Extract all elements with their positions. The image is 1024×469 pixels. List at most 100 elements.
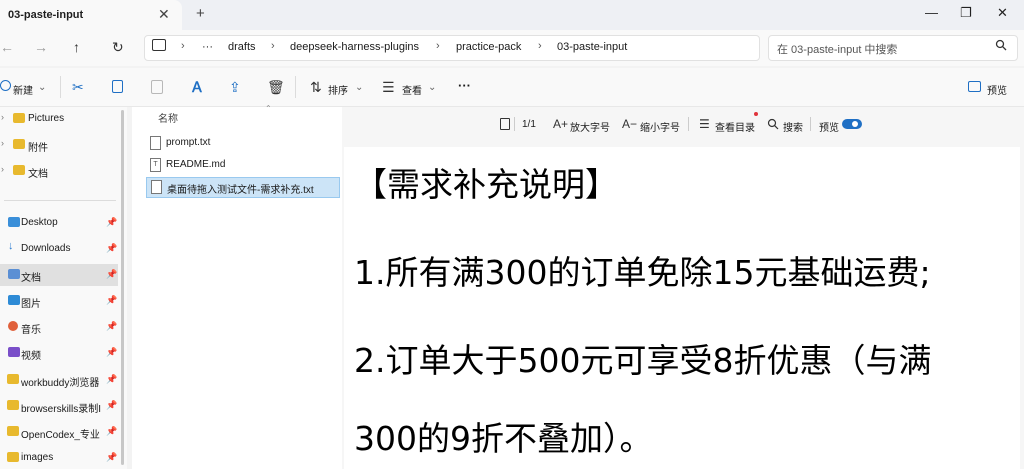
new-icon[interactable] — [0, 80, 11, 91]
pin-icon[interactable]: 📌 — [106, 217, 117, 228]
pin-icon[interactable]: 📌 — [106, 452, 117, 463]
maximize-button[interactable]: ❐ — [960, 5, 972, 21]
sidebar-item-browserskills[interactable]: browserskills录制I 📌 — [0, 395, 118, 417]
tab-close-icon[interactable]: ✕ — [158, 6, 170, 23]
sidebar-item-label: Desktop — [21, 217, 58, 228]
pin-icon[interactable]: 📌 — [106, 321, 117, 332]
sidebar-item-downloads[interactable]: ↓ Downloads 📌 — [0, 238, 118, 260]
zoom-out-button[interactable]: 缩小字号 — [640, 119, 680, 134]
close-button[interactable]: ✕ — [997, 5, 1008, 21]
doc-line-2: 2.订单大于500元可享受8折优惠（与满 — [354, 341, 932, 380]
breadcrumb-more[interactable]: ··· — [202, 41, 213, 53]
new-chevron-icon[interactable]: ⌄ — [38, 82, 46, 93]
chevron-right-icon[interactable]: › — [1, 164, 4, 174]
folder-icon — [7, 374, 19, 384]
chevron-right-icon[interactable]: › — [1, 138, 4, 148]
search-input[interactable]: 在 03-paste-input 中搜索 — [777, 41, 897, 57]
sidebar-item-workbuddy[interactable]: workbuddy浏览器 📌 — [0, 369, 118, 391]
sidebar-item-label: browserskills录制I — [21, 404, 102, 415]
file-name: prompt.txt — [166, 137, 211, 148]
markdown-file-icon: T — [150, 158, 161, 172]
chevron-right-icon[interactable]: › — [1, 112, 4, 122]
file-name: 桌面待拖入测试文件-需求补充.txt — [167, 185, 314, 196]
sidebar-item-docs-folder[interactable]: › 文档 — [0, 160, 118, 182]
file-row-requirements[interactable]: 桌面待拖入测试文件-需求补充.txt — [146, 177, 340, 198]
delete-icon[interactable]: 🗑 — [267, 79, 285, 96]
file-row-readme[interactable]: T README.md — [146, 155, 338, 174]
sidebar-item-pictures[interactable]: › Pictures — [0, 108, 118, 130]
search-icon[interactable] — [995, 39, 1007, 51]
view-button[interactable]: 查看 — [402, 82, 422, 97]
preview-pane-button[interactable]: 预览 — [987, 82, 1007, 97]
toolbar-divider — [514, 117, 515, 131]
tab-title: 03-paste-input — [8, 9, 84, 21]
sidebar-item-label: 音乐 — [21, 325, 41, 336]
pin-icon[interactable]: 📌 — [106, 347, 117, 358]
folder-icon — [7, 452, 19, 462]
up-icon[interactable]: ↑ — [73, 39, 80, 55]
sidebar-item-label: Downloads — [21, 243, 71, 254]
breadcrumb-practice-pack[interactable]: practice-pack — [456, 41, 521, 53]
sidebar-item-pictures-lib[interactable]: 图片 📌 — [0, 290, 118, 312]
toolbar-divider — [60, 76, 61, 98]
pictures-icon — [8, 295, 20, 305]
sidebar-item-label: OpenCodex_专业 — [21, 430, 100, 441]
sidebar-item-label: 图片 — [21, 299, 41, 310]
sort-button[interactable]: 排序 — [328, 82, 348, 97]
back-icon[interactable]: ← — [0, 39, 14, 55]
sidebar-item-opencodex[interactable]: OpenCodex_专业 📌 — [0, 421, 118, 443]
breadcrumb-deepseek-harness-plugins[interactable]: deepseek-harness-plugins — [290, 41, 419, 53]
forward-icon[interactable]: → — [34, 39, 48, 55]
zoom-in-icon[interactable]: A+ — [553, 117, 568, 131]
refresh-icon[interactable]: ↻ — [112, 39, 124, 56]
pin-icon[interactable]: 📌 — [106, 374, 117, 385]
more-options-icon[interactable]: ··· — [458, 78, 471, 93]
sidebar-item-label: 附件 — [28, 143, 48, 154]
sidebar-item-label: 文档 — [28, 169, 48, 180]
paste-icon — [151, 80, 163, 94]
file-row-prompt[interactable]: prompt.txt — [146, 133, 338, 152]
file-name: README.md — [166, 159, 226, 170]
zoom-in-button[interactable]: 放大字号 — [570, 119, 610, 134]
sidebar-item-videos[interactable]: 视频 📌 — [0, 342, 118, 364]
pin-icon[interactable]: 📌 — [106, 269, 117, 280]
breadcrumb-drafts[interactable]: drafts — [228, 41, 256, 53]
sort-icon[interactable]: ⇅ — [310, 79, 322, 96]
pin-icon[interactable]: 📌 — [106, 295, 117, 306]
sidebar-scrollbar[interactable] — [121, 110, 124, 465]
new-tab-button[interactable]: + — [196, 5, 205, 22]
toc-icon[interactable]: ☰ — [699, 117, 710, 131]
sidebar-item-desktop[interactable]: Desktop 📌 — [0, 212, 118, 234]
sidebar-item-documents[interactable]: 文档 📌 — [0, 264, 118, 286]
minimize-button[interactable]: — — [925, 5, 938, 20]
pin-icon[interactable]: 📌 — [106, 243, 117, 254]
breadcrumb-03-paste-input[interactable]: 03-paste-input — [557, 41, 627, 53]
page-counter: 1/1 — [522, 119, 536, 130]
toggle-knob — [852, 121, 858, 127]
preview-pane-icon[interactable] — [968, 81, 981, 92]
cut-icon[interactable]: ✂ — [72, 79, 84, 96]
breadcrumb-separator: › — [436, 40, 440, 52]
pin-icon[interactable]: 📌 — [106, 426, 117, 437]
copy-icon[interactable] — [112, 80, 123, 93]
folder-icon — [7, 426, 19, 436]
sidebar-item-attachments[interactable]: › 附件 — [0, 134, 118, 156]
sort-chevron-icon[interactable]: ⌄ — [355, 82, 363, 93]
new-button[interactable]: 新建 — [13, 82, 33, 97]
rename-icon[interactable]: Ａ — [190, 77, 204, 97]
zoom-out-icon[interactable]: A− — [622, 117, 637, 131]
pin-icon[interactable]: 📌 — [106, 400, 117, 411]
sidebar-item-images[interactable]: images 📌 — [0, 447, 118, 469]
notification-dot — [754, 112, 758, 116]
toc-button[interactable]: 查看目录 — [715, 119, 755, 134]
share-icon[interactable]: ⇪ — [229, 79, 241, 96]
toolbar-divider — [810, 117, 811, 131]
view-icon[interactable]: ☰ — [382, 79, 395, 96]
preview-search-button[interactable]: 搜索 — [783, 119, 803, 134]
search-icon[interactable] — [767, 118, 779, 130]
column-header-name[interactable]: 名称 — [158, 110, 178, 125]
preview-toggle-label: 预览 — [819, 123, 839, 134]
sidebar-item-label: 视频 — [21, 351, 41, 362]
sidebar-item-music[interactable]: 音乐 📌 — [0, 316, 118, 338]
view-chevron-icon[interactable]: ⌄ — [428, 82, 436, 93]
